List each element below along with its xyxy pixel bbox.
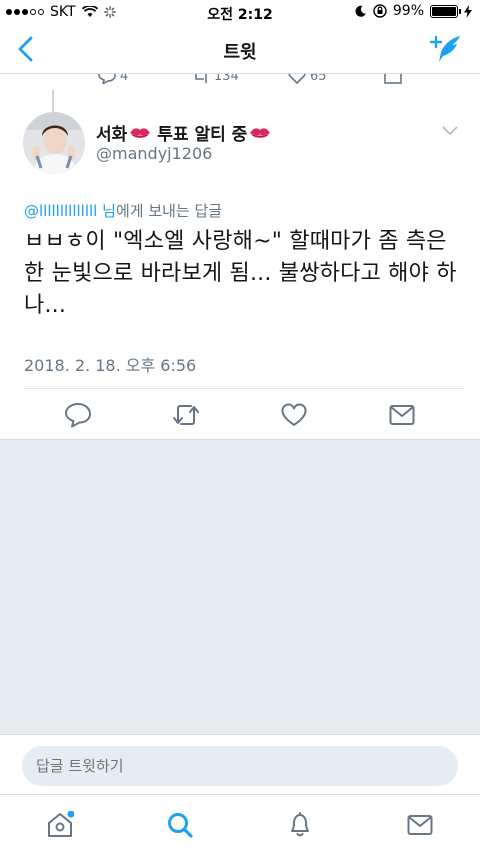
prev-retweet-action[interactable]: 134 [192, 74, 239, 84]
retweet-icon[interactable] [172, 402, 200, 428]
home-notification-dot [67, 811, 74, 818]
divider [24, 388, 464, 389]
battery-level [432, 6, 456, 16]
like-icon [288, 74, 306, 84]
previous-tweet-actions: 4 134 65 [0, 74, 480, 90]
battery-icon [430, 4, 461, 18]
prev-like-action[interactable]: 65 [288, 74, 327, 84]
avatar[interactable] [23, 112, 85, 174]
prev-message-action[interactable] [384, 74, 402, 84]
retweet-icon [195, 74, 207, 83]
prev-like-count: 65 [310, 74, 327, 84]
compose-tweet-icon[interactable] [430, 34, 462, 64]
display-name[interactable]: 서화 투표 알티 중 [96, 120, 271, 145]
reply-input[interactable] [22, 746, 458, 786]
tab-bar [0, 794, 480, 853]
prev-reply-count: 4 [120, 74, 129, 84]
charging-bolt-icon [464, 4, 472, 18]
tweet-detail: 서화 투표 알티 중 @mandyj1206 @llllllllllllll 님… [0, 90, 480, 440]
display-name-text: 서화 [96, 125, 128, 145]
kiss-mark-icon [250, 127, 271, 138]
tweet-actions [0, 390, 480, 440]
reply-suffix: 에게 보내는 답글 [115, 202, 223, 220]
reply-mention-link[interactable]: @llllllllllllll [24, 202, 97, 220]
do-not-disturb-icon [355, 5, 366, 17]
status-right-group: 99% [354, 3, 472, 19]
tweet-timestamp: 2018. 2. 18. 오후 6:56 [24, 356, 197, 375]
display-name-suffix: 투표 알티 중 [157, 125, 248, 145]
replying-to: @llllllllllllll 님에게 보내는 답글 [24, 200, 222, 221]
like-icon[interactable] [280, 402, 308, 428]
reply-composer [0, 734, 480, 794]
reply-honorific: 님 [102, 202, 116, 220]
tweet-text: ㅂㅂㅎ이 "엑소엘 사랑해~" 할때마가 좀 측은한 눈빛으로 바라보게 됨..… [24, 229, 457, 318]
kiss-mark-icon [130, 127, 151, 138]
messages-icon[interactable] [406, 811, 434, 839]
prev-retweet-count: 134 [214, 74, 239, 84]
navigation-bar: 트윗 [0, 24, 480, 74]
user-handle[interactable]: @mandyj1206 [96, 144, 212, 163]
reply-icon [98, 74, 116, 84]
chevron-down-icon[interactable] [442, 126, 458, 136]
battery-percent: 99% [392, 3, 424, 19]
prev-reply-action[interactable]: 4 [98, 74, 128, 84]
direct-message-icon[interactable] [388, 402, 416, 428]
home-icon[interactable] [46, 811, 74, 839]
thread-connector [52, 90, 54, 112]
search-icon[interactable] [166, 811, 194, 839]
status-bar: SKT 오전 2:12 99% [0, 0, 480, 24]
notifications-icon[interactable] [286, 811, 314, 839]
rotation-lock-icon [373, 4, 387, 18]
avatar-photo [23, 112, 85, 174]
direct-message-icon [384, 74, 402, 84]
page-title: 트윗 [223, 42, 257, 63]
reply-icon[interactable] [64, 402, 92, 428]
